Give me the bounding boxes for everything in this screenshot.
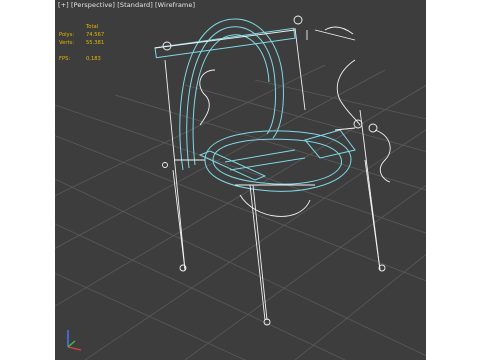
stats-verts-label: Verts: xyxy=(59,40,74,46)
stats-fps-label: FPS: xyxy=(59,56,71,62)
stats-total-header: Total xyxy=(86,24,99,30)
axis-gizmo-icon xyxy=(67,330,82,351)
stats-fps-value: 0,183 xyxy=(86,56,101,62)
ground-grid xyxy=(55,64,426,360)
viewport-label[interactable]: [+] [Perspective] [Standard] [Wireframe] xyxy=(58,1,195,9)
scene-canvas[interactable] xyxy=(55,0,426,360)
viewport-menu-plus[interactable]: [+] xyxy=(58,1,69,9)
viewport-shading-mode-menu[interactable]: [Wireframe] xyxy=(155,1,195,9)
stats-verts-value: 55.381 xyxy=(86,40,105,46)
stats-polys-label: Polys: xyxy=(59,32,75,38)
stats-polys-value: 74.567 xyxy=(86,32,105,38)
scene-statistics: Total Polys: 74.567 Verts: 55.381 FPS: 0,18… xyxy=(59,23,104,63)
perspective-viewport[interactable]: [+] [Perspective] [Standard] [Wireframe]… xyxy=(55,0,426,360)
viewport-shading-standard-menu[interactable]: [Standard] xyxy=(117,1,153,9)
toilet-seat-selected[interactable] xyxy=(154,18,356,192)
viewport-view-menu[interactable]: [Perspective] xyxy=(71,1,115,9)
